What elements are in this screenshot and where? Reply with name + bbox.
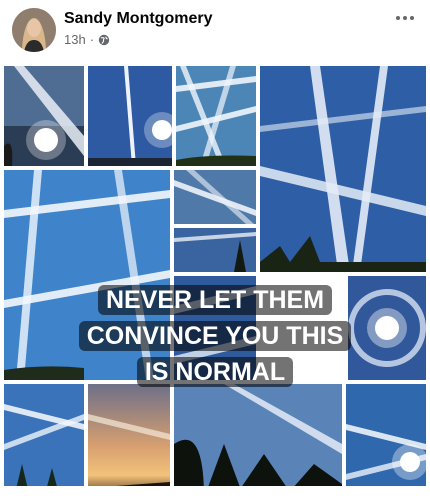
photo-silhouette-trees (174, 384, 342, 498)
meta-separator: · (89, 32, 95, 47)
image-caption: NEVER LET THEM CONVINCE YOU THIS IS NORM… (0, 282, 430, 390)
photo-sky-with-sun (346, 384, 426, 498)
photo-sky-with-trails (174, 170, 256, 224)
photo-sky-with-trails (4, 384, 84, 498)
photo-sky-with-trails (176, 66, 256, 166)
globe-icon (98, 34, 110, 45)
avatar-photo (12, 8, 56, 52)
author-name[interactable]: Sandy Montgomery (64, 10, 212, 28)
photo-sunset-sky (88, 384, 170, 498)
photo-silhouette-trees (174, 228, 256, 272)
author-avatar[interactable] (12, 8, 56, 52)
post-meta: 13h · (64, 32, 110, 47)
post-header: Sandy Montgomery 13h · (0, 0, 430, 62)
more-options-icon[interactable] (390, 6, 420, 30)
post-image-collage[interactable]: NEVER LET THEM CONVINCE YOU THIS IS NORM… (0, 62, 430, 500)
photo-sky-with-sun (4, 66, 84, 166)
post-footer (0, 486, 430, 500)
post-timestamp[interactable]: 13h (64, 32, 86, 47)
photo-sky-with-trails (88, 66, 172, 166)
caption-line-1: NEVER LET THEM (97, 285, 333, 315)
caption-line-2: CONVINCE YOU THIS (78, 321, 352, 351)
photo-sky-with-trails (260, 66, 426, 272)
caption-line-3: IS NORMAL (136, 357, 294, 387)
